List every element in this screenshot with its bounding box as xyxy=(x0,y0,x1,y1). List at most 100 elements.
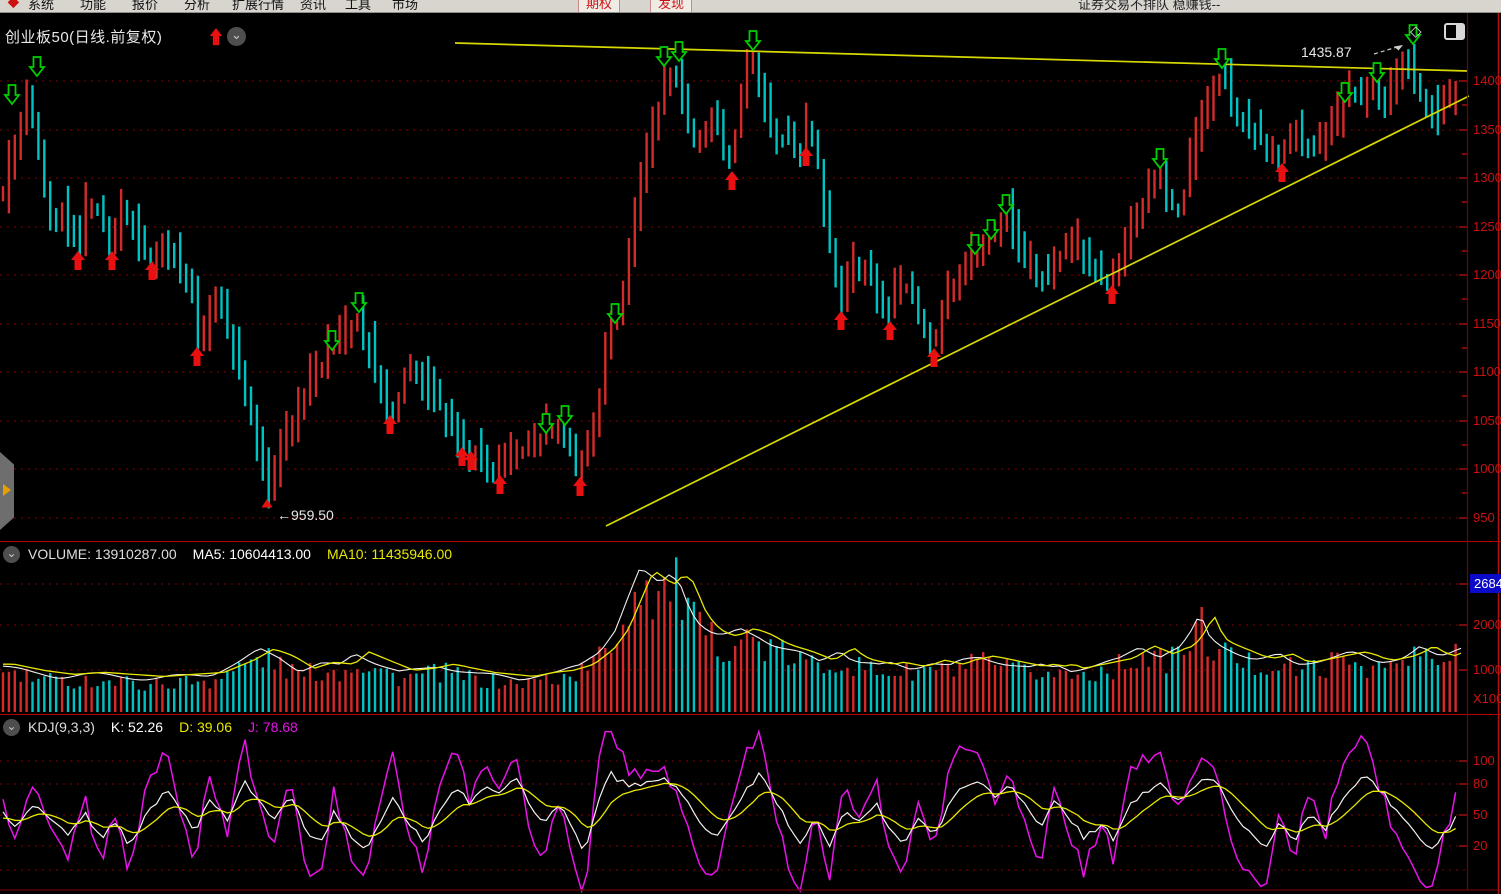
volume-bar xyxy=(1336,653,1338,712)
candle-bar xyxy=(43,140,45,198)
volume-bar xyxy=(616,644,618,712)
menu-item-3[interactable]: 报价 xyxy=(132,0,158,13)
volume-bar xyxy=(439,683,441,713)
collapse-main-pane-button[interactable]: ⌄ xyxy=(227,27,246,46)
volume-bar xyxy=(840,671,842,712)
candle-bar xyxy=(539,434,541,457)
volume-bar xyxy=(1100,667,1102,712)
chart-title: 创业板50(日线.前复权) xyxy=(5,26,162,47)
volume-bar xyxy=(911,681,913,712)
volume-bar xyxy=(669,602,671,713)
menu-item-9[interactable]: 期权 xyxy=(578,0,620,13)
candle-bar xyxy=(486,445,488,483)
volume-bar xyxy=(433,664,435,712)
volume-bar xyxy=(1206,657,1208,713)
volume-ma10-value: MA10: 11435946.00 xyxy=(327,546,452,562)
candle-bar xyxy=(622,281,624,326)
menu-item-8[interactable]: 市场 xyxy=(392,0,418,13)
volume-bar xyxy=(173,689,175,712)
volume-bar xyxy=(179,678,181,712)
candle-bar xyxy=(693,118,695,147)
menu-item-1[interactable]: 系统 xyxy=(28,0,54,13)
candle-bar xyxy=(1325,122,1327,161)
volume-bar xyxy=(1106,674,1108,712)
volume-bar xyxy=(161,684,163,712)
candle-bar xyxy=(551,426,553,439)
candle-bar xyxy=(710,107,712,142)
candle-bar xyxy=(687,84,689,134)
sell-arrow-icon xyxy=(1153,149,1167,168)
collapse-kdj-pane-button[interactable]: ⌄ xyxy=(3,719,20,736)
volume-bar xyxy=(722,662,724,712)
volume-bar xyxy=(1277,671,1279,713)
volume-bar xyxy=(1177,646,1179,712)
volume-bar xyxy=(1212,661,1214,713)
axis-label: 1100 xyxy=(1473,364,1501,379)
volume-bar xyxy=(415,674,417,713)
candle-bar xyxy=(1283,139,1285,164)
volume-bar xyxy=(805,659,807,712)
candle-bar xyxy=(1018,209,1020,262)
volume-bar xyxy=(362,673,364,712)
volume-bar xyxy=(1319,676,1321,712)
candle-bar xyxy=(439,379,441,410)
menu-item-5[interactable]: 扩展行情 xyxy=(232,0,284,13)
candle-bar xyxy=(126,200,128,225)
top-banner-text: 证券交易不排队 稳赚钱-- xyxy=(1078,0,1220,13)
candle-bar xyxy=(427,356,429,410)
volume-bar xyxy=(1053,677,1055,712)
candle-bar xyxy=(1360,77,1362,105)
candle-bar xyxy=(1248,99,1250,139)
volume-bar xyxy=(1153,651,1155,712)
volume-bar xyxy=(203,681,205,712)
panel-layout-icon[interactable] xyxy=(1444,23,1465,40)
menu-item-10[interactable]: 发现 xyxy=(650,0,692,13)
volume-bar xyxy=(829,670,831,712)
candle-series xyxy=(2,44,1457,508)
volume-bar xyxy=(1342,657,1344,712)
candle-bar xyxy=(1047,254,1049,285)
menu-item-6[interactable]: 资讯 xyxy=(300,0,326,13)
candle-bar xyxy=(876,263,878,313)
candle-bar xyxy=(256,405,258,462)
chart-canvas[interactable] xyxy=(0,0,1501,894)
volume-bar xyxy=(49,673,51,712)
candle-bar xyxy=(982,234,984,266)
volume-bar xyxy=(510,679,512,712)
high-annotation-arrow xyxy=(1374,47,1397,54)
candle-bar xyxy=(8,140,10,214)
axis-label: 1050 xyxy=(1473,413,1501,428)
sidebar-expander-handle[interactable] xyxy=(0,452,14,530)
collapse-volume-pane-button[interactable]: ⌄ xyxy=(3,546,20,563)
volume-bar xyxy=(1000,666,1002,712)
volume-bar xyxy=(386,669,388,712)
candle-bar xyxy=(1242,112,1244,132)
candle-bar xyxy=(1301,110,1303,157)
volume-bar xyxy=(917,670,919,712)
axis-label: 1000 xyxy=(1473,461,1501,476)
diamond-icon[interactable]: ◇ xyxy=(1410,22,1422,40)
volume-bar xyxy=(1218,649,1220,712)
panel-layout-fill xyxy=(1456,25,1463,38)
volume-bar xyxy=(132,681,134,712)
menu-item-2[interactable]: 功能 xyxy=(80,0,106,13)
volume-bar xyxy=(634,592,636,712)
candle-bar xyxy=(1319,122,1321,154)
volume-bar xyxy=(297,671,299,712)
volume-bar xyxy=(1313,660,1315,712)
candle-bar xyxy=(699,130,701,153)
candle-bar xyxy=(1449,79,1451,108)
menu-item-7[interactable]: 工具 xyxy=(345,0,371,13)
volume-bar xyxy=(598,647,600,713)
candle-bar xyxy=(67,186,69,247)
volume-ma5-line xyxy=(3,570,1461,680)
axis-label: 950 xyxy=(1473,510,1495,525)
candle-bar xyxy=(728,145,730,169)
volume-bar xyxy=(758,641,760,712)
volume-bar xyxy=(20,682,22,712)
volume-bar xyxy=(315,681,317,712)
candle-bar xyxy=(197,276,199,356)
candle-bar xyxy=(569,428,571,457)
candle-bar xyxy=(899,265,901,305)
menu-item-4[interactable]: 分析 xyxy=(184,0,210,13)
